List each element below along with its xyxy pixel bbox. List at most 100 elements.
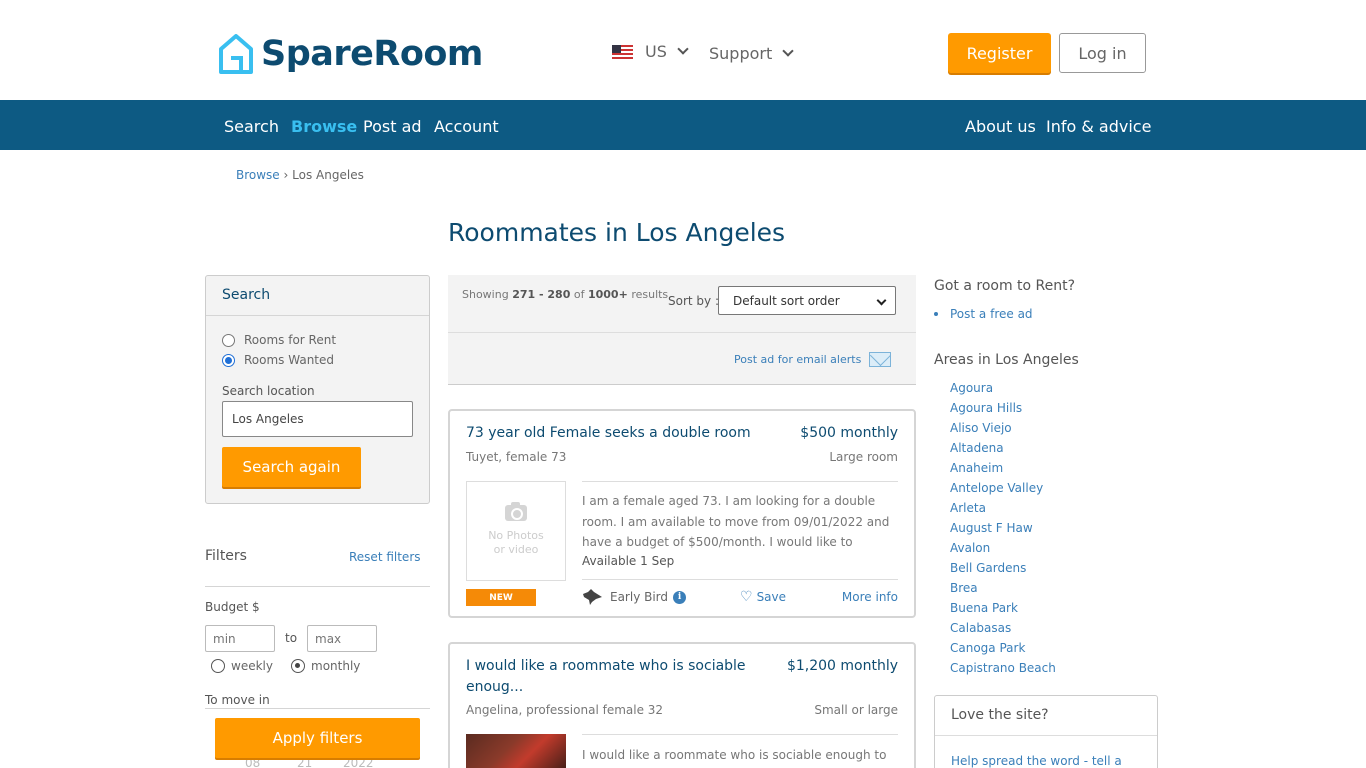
results-count: Showing 271 - 280 of 1000+ results — [462, 288, 668, 301]
breadcrumb-browse[interactable]: Browse — [236, 168, 280, 182]
area-link[interactable]: Arleta — [950, 501, 1056, 521]
budget-label: Budget $ — [205, 600, 260, 614]
area-link[interactable]: Antelope Valley — [950, 481, 1056, 501]
listing-description: I am a female aged 73. I am looking for … — [582, 494, 890, 549]
rooms-for-rent-radio[interactable] — [222, 333, 235, 347]
site-header: SpareRoom US Support Register Log in — [0, 0, 1366, 100]
save-label: Save — [756, 590, 787, 604]
results-range: 271 - 280 — [512, 288, 571, 301]
rooms-for-rent-option[interactable]: Rooms for Rent — [222, 333, 336, 347]
listing-room-type: Large room — [829, 450, 898, 464]
envelope-icon — [869, 352, 892, 367]
area-link[interactable]: Agoura — [950, 381, 1056, 401]
area-link[interactable]: Bell Gardens — [950, 561, 1056, 581]
more-info-link[interactable]: More info — [842, 590, 898, 604]
weekly-option[interactable]: weekly — [211, 659, 273, 673]
listing-card[interactable]: 73 year old Female seeks a double room $… — [448, 409, 916, 618]
rooms-wanted-option[interactable]: Rooms Wanted — [222, 353, 334, 367]
results-suffix: results — [631, 288, 669, 301]
got-room-heading: Got a room to Rent? — [934, 278, 1076, 294]
us-flag-icon — [612, 44, 633, 59]
listing-title[interactable]: I would like a roommate who is sociable … — [466, 656, 746, 698]
new-badge: NEW — [466, 589, 536, 606]
save-listing-button[interactable]: ♡ Save — [740, 590, 786, 604]
sort-select[interactable]: Default sort order — [718, 286, 896, 315]
early-bird-text: Early Bird — [610, 590, 669, 604]
listing-title-line1: I would like a roommate who is sociable — [466, 658, 746, 674]
breadcrumb-current: Los Angeles — [292, 168, 364, 182]
listing-availability: Available 1 Sep — [582, 554, 675, 568]
sort-label: Sort by : — [668, 294, 719, 308]
post-free-ad-link[interactable]: Post a free ad — [934, 307, 1033, 321]
no-photo-placeholder[interactable]: No Photos or video — [466, 481, 566, 581]
love-the-site-title: Love the site? — [935, 696, 1157, 736]
register-button[interactable]: Register — [948, 33, 1051, 73]
rooms-wanted-radio[interactable] — [222, 353, 235, 367]
area-link[interactable]: Avalon — [950, 541, 1056, 561]
listing-price: $500 monthly — [800, 425, 898, 441]
move-in-divider — [205, 708, 430, 709]
sort-value: Default sort order — [733, 293, 840, 308]
results-total: 1000+ — [587, 288, 628, 301]
support-label: Support — [709, 44, 773, 63]
breadcrumb: Browse › Los Angeles — [236, 168, 364, 182]
monthly-option[interactable]: monthly — [291, 659, 360, 673]
nav-post-ad[interactable]: Post ad — [363, 117, 422, 136]
listing-divider — [582, 481, 898, 482]
area-link[interactable]: Altadena — [950, 441, 1056, 461]
nav-account[interactable]: Account — [434, 117, 499, 136]
reset-filters-link[interactable]: Reset filters — [349, 550, 421, 564]
listing-title-line2: enoug... — [466, 679, 524, 695]
heart-icon: ♡ — [740, 589, 753, 605]
nav-about-us[interactable]: About us — [965, 117, 1036, 136]
info-icon[interactable]: i — [673, 590, 687, 604]
area-link[interactable]: Capistrano Beach — [950, 661, 1056, 681]
area-link[interactable]: Calabasas — [950, 621, 1056, 641]
brand-name: SpareRoom — [261, 34, 483, 74]
nav-info-advice[interactable]: Info & advice — [1046, 117, 1151, 136]
areas-heading: Areas in Los Angeles — [934, 352, 1079, 368]
listing-divider — [582, 734, 898, 735]
area-link[interactable]: Canoga Park — [950, 641, 1056, 661]
budget-to-label: to — [285, 631, 298, 645]
listing-card[interactable]: I would like a roommate who is sociable … — [448, 642, 916, 768]
search-location-input[interactable] — [222, 401, 413, 437]
nav-browse[interactable]: Browse — [291, 117, 357, 136]
bird-icon — [583, 589, 602, 605]
breadcrumb-separator: › — [283, 168, 289, 182]
weekly-radio[interactable] — [211, 659, 225, 673]
chevron-down-icon — [876, 295, 887, 306]
support-menu[interactable]: Support — [709, 44, 794, 63]
search-panel-title: Search — [206, 276, 429, 316]
listing-photo[interactable] — [466, 734, 566, 768]
budget-max-input[interactable] — [307, 625, 377, 652]
email-alert-link[interactable]: Post ad for email alerts — [734, 352, 892, 367]
listing-price: $1,200 monthly — [786, 658, 898, 674]
area-link[interactable]: Anaheim — [950, 461, 1056, 481]
camera-icon — [505, 502, 527, 521]
listing-description: I would like a roommate who is sociable … — [582, 748, 887, 762]
login-button[interactable]: Log in — [1059, 33, 1146, 73]
listing-title[interactable]: 73 year old Female seeks a double room — [466, 423, 751, 444]
area-link[interactable]: Aliso Viejo — [950, 421, 1056, 441]
budget-min-input[interactable] — [205, 625, 275, 652]
listing-room-type: Small or large — [814, 703, 898, 717]
results-header: Showing 271 - 280 of 1000+ results Sort … — [448, 275, 916, 385]
apply-filters-button[interactable]: Apply filters — [215, 718, 420, 758]
area-link[interactable]: Agoura Hills — [950, 401, 1056, 421]
area-link[interactable]: Brea — [950, 581, 1056, 601]
nav-search[interactable]: Search — [224, 117, 279, 136]
chevron-down-icon — [782, 45, 794, 57]
search-again-button[interactable]: Search again — [222, 447, 361, 487]
search-panel: Search Rooms for Rent Rooms Wanted Searc… — [205, 275, 430, 504]
area-link[interactable]: August F Haw — [950, 521, 1056, 541]
listing-divider — [582, 579, 898, 580]
monthly-label: monthly — [311, 659, 361, 673]
filters-divider — [205, 586, 430, 587]
area-link[interactable]: Buena Park — [950, 601, 1056, 621]
no-photo-line1: No Photos — [488, 529, 544, 542]
monthly-radio[interactable] — [291, 659, 305, 673]
logo[interactable]: SpareRoom — [219, 29, 483, 79]
spread-the-word-link[interactable]: Help spread the word - tell a — [951, 754, 1122, 768]
country-selector[interactable]: US — [612, 42, 689, 61]
